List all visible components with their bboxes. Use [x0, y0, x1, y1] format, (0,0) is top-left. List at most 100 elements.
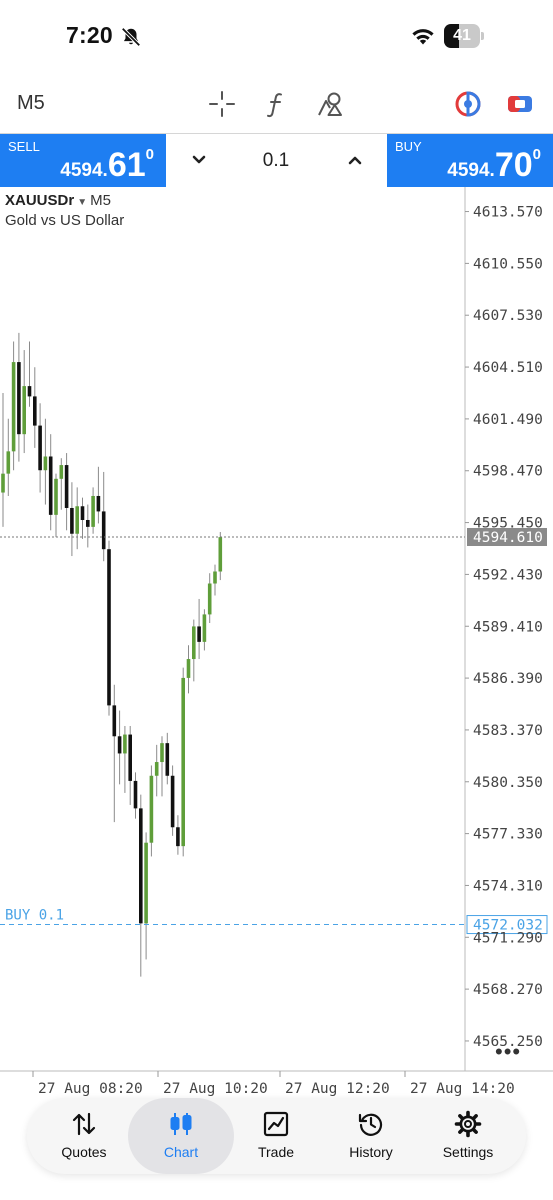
symbol-dropdown-icon[interactable]: ▼: [77, 197, 87, 208]
timeframe-selector[interactable]: M5: [17, 92, 45, 115]
nav-history-label: History: [349, 1144, 393, 1160]
one-click-trade-panel: SELL 4594.610 0.1 BUY 4594.700: [0, 133, 553, 187]
time-tick-label: 27 Aug 12:20: [285, 1081, 390, 1097]
candle-bullish: [160, 743, 164, 763]
candle-bullish: [59, 465, 64, 479]
candle-bearish: [128, 734, 132, 781]
candle-bearish: [48, 456, 53, 515]
chevron-down-icon[interactable]: [186, 147, 212, 173]
nav-history[interactable]: History: [323, 1098, 419, 1174]
candle-bearish: [38, 425, 42, 471]
bottom-navigation: Quotes Chart Trade History Settings: [27, 1098, 526, 1174]
sell-price: 4594.610: [60, 146, 154, 184]
candle-bearish: [96, 495, 101, 512]
sell-button[interactable]: SELL 4594.610: [0, 134, 166, 187]
candle-bearish: [176, 827, 180, 847]
settings-icon: [454, 1110, 482, 1138]
candle-bearish: [117, 736, 122, 754]
price-tick-label: 4607.530: [473, 308, 543, 324]
price-tick-label: 4610.550: [473, 256, 543, 272]
candle-bearish: [165, 743, 170, 776]
buy-price: 4594.700: [447, 146, 541, 184]
candle-bearish: [33, 396, 37, 426]
time-tick-label: 27 Aug 08:20: [38, 1081, 143, 1097]
nav-settings[interactable]: Settings: [420, 1098, 516, 1174]
candle-bearish: [112, 705, 117, 737]
candle-bearish: [64, 465, 69, 508]
chart-icon: [170, 1113, 192, 1135]
candle-bullish: [186, 659, 191, 678]
symbol-name[interactable]: XAUUSDr: [5, 192, 74, 209]
price-tick-label: 4580.350: [473, 775, 543, 791]
history-icon: [358, 1113, 383, 1136]
price-tick-label: 4574.310: [473, 878, 543, 894]
buy-button[interactable]: BUY 4594.700: [387, 134, 553, 187]
price-tick-label: 4577.330: [473, 827, 543, 843]
price-tick-label: 4604.510: [473, 360, 543, 376]
candle-bullish: [6, 451, 11, 474]
trade-icon: [263, 1111, 289, 1137]
candle-bullish: [213, 571, 217, 584]
objects-icon[interactable]: [316, 90, 344, 118]
quotes-icon: [72, 1112, 96, 1136]
candle-bearish: [27, 386, 32, 397]
battery-level: 41: [453, 27, 471, 44]
sell-label: SELL: [8, 139, 40, 154]
candle-bullish: [181, 677, 185, 847]
candle-bearish: [139, 808, 143, 924]
candle-bearish: [133, 780, 138, 809]
volume-value[interactable]: 0.1: [226, 150, 326, 172]
nav-trade-label: Trade: [257, 1144, 295, 1160]
candle-bullish: [11, 362, 16, 452]
candle-bearish: [17, 362, 21, 435]
candle-bullish: [91, 495, 95, 527]
candle-bullish: [202, 614, 207, 642]
position-label[interactable]: BUY 0.1: [5, 908, 64, 924]
candle-bullish: [154, 762, 159, 776]
candle-bullish: [149, 775, 154, 843]
candle-bullish: [43, 456, 48, 471]
bell-muted-icon: [121, 27, 141, 47]
candle-bullish: [144, 842, 148, 924]
price-tick-label: 4595.450: [473, 516, 543, 532]
function-icon[interactable]: [262, 90, 290, 118]
price-tick-label: 4586.390: [473, 671, 543, 687]
one-click-trading-icon[interactable]: [506, 90, 534, 118]
candle-bullish: [22, 386, 26, 435]
current-price-label: 4594.610: [473, 530, 543, 546]
candlestick-chart[interactable]: 4594.610BUY 0.14572.032 4613.5704610.550…: [0, 187, 553, 1098]
price-tick-label: 4598.470: [473, 464, 543, 480]
candle-bearish: [107, 549, 111, 706]
color-theme-icon[interactable]: [454, 90, 482, 118]
candle-bearish: [197, 626, 201, 642]
nav-trade[interactable]: Trade: [228, 1098, 324, 1174]
chevron-up-icon[interactable]: [342, 147, 368, 173]
symbol-info: XAUUSDr ▼ M5 Gold vs US Dollar: [5, 192, 124, 229]
nav-chart[interactable]: Chart: [128, 1098, 234, 1174]
candle-bullish: [1, 473, 5, 493]
more-options-icon[interactable]: •••: [495, 1039, 521, 1065]
nav-settings-label: Settings: [442, 1144, 494, 1160]
time-tick-label: 27 Aug 14:20: [410, 1081, 515, 1097]
status-time: 7:20: [66, 22, 113, 48]
time-tick-label: 27 Aug 10:20: [163, 1081, 268, 1097]
volume-control: 0.1: [166, 134, 387, 187]
candle-bullish: [54, 478, 58, 515]
battery-icon: 41: [444, 24, 484, 48]
candle-bullish: [192, 626, 196, 660]
price-chart[interactable]: 4594.610 BUY 0.1 4572.032 4613.570 4610.550…: [0, 187, 553, 1098]
candle-bullish: [123, 734, 127, 754]
nav-quotes[interactable]: Quotes: [36, 1098, 132, 1174]
candle-bullish: [218, 537, 223, 572]
price-tick-label: 4601.490: [473, 412, 543, 428]
price-tick-label: 4592.430: [473, 567, 543, 583]
candle-bearish: [70, 507, 74, 534]
candle-bullish: [207, 583, 212, 615]
price-tick-label: 4613.570: [473, 205, 543, 221]
nav-quotes-label: Quotes: [61, 1144, 107, 1160]
candle-bearish: [86, 520, 90, 527]
wifi-icon: [412, 29, 434, 45]
crosshair-icon[interactable]: [208, 90, 236, 118]
price-tick-label: 4589.410: [473, 619, 543, 635]
price-tick-label: 4583.370: [473, 723, 543, 739]
